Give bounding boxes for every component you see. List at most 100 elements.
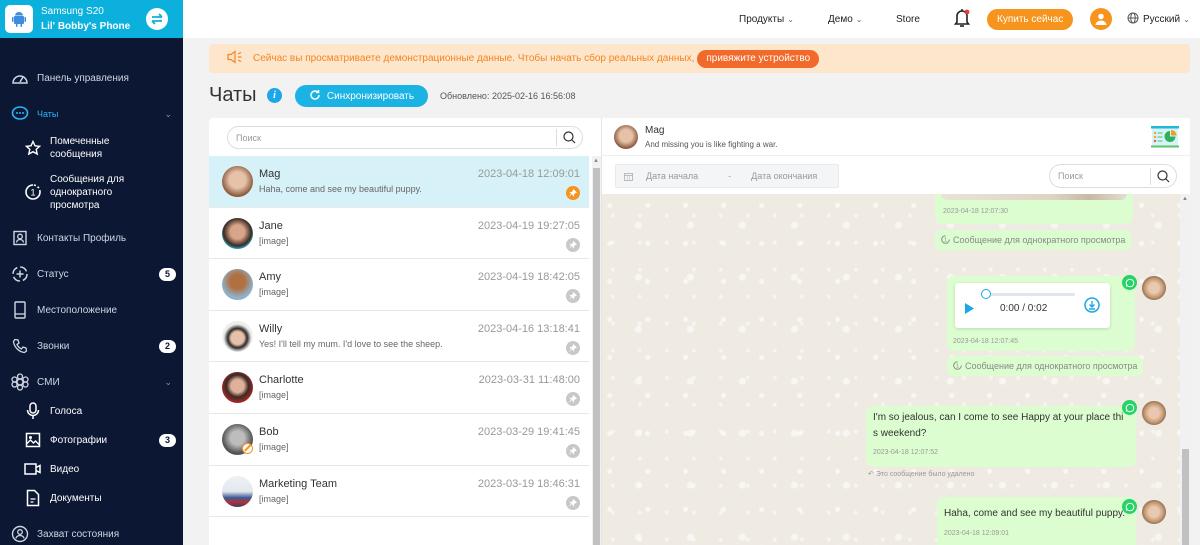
demo-menu[interactable]: Демо ⌄	[828, 0, 862, 38]
sidebar-item-starred[interactable]: Помеченные сообщения	[0, 134, 183, 162]
search-icon[interactable]	[556, 129, 582, 146]
whatsapp-icon	[1122, 400, 1137, 415]
message-text: I'm so jealous, can I come to see Happy …	[873, 412, 1124, 439]
chat-time: 2023-03-31 11:48:00	[478, 374, 580, 387]
whatsapp-icon	[1122, 499, 1137, 514]
deleted-note: ↶ Это сообщение было удалено	[868, 470, 974, 478]
bind-device-button[interactable]: привяжите устройство	[697, 49, 820, 68]
sidebar-item-label: Статус	[37, 268, 69, 280]
audio-progress-track[interactable]	[985, 293, 1075, 296]
download-icon[interactable]	[1084, 297, 1100, 318]
sidebar-item-photos[interactable]: Фотографии 3	[0, 430, 183, 450]
chat-preview: [image]	[259, 493, 289, 504]
view-once-label: Сообщение для однократного просмотра	[965, 361, 1138, 371]
pin-icon[interactable]	[566, 237, 580, 252]
demo-banner: Сейчас вы просматриваете демонстрационны…	[209, 44, 1190, 73]
switch-device-icon[interactable]	[146, 8, 168, 30]
sidebar-item-dashboard[interactable]: Панель управления	[0, 68, 183, 88]
whatsapp-icon	[1122, 275, 1137, 290]
info-icon[interactable]: i	[267, 88, 282, 103]
contact-avatar	[614, 125, 638, 149]
sidebar-item-status[interactable]: Статус 5	[0, 264, 183, 284]
search-placeholder: Поиск	[1058, 171, 1083, 181]
date-range-picker[interactable]: Дата начала - Дата окончания	[615, 164, 839, 188]
sidebar-item-view-once[interactable]: 1 Сообщения для однократного просмотра	[0, 172, 183, 212]
pin-icon[interactable]	[566, 186, 580, 200]
store-label: Store	[896, 13, 920, 25]
scroll-up-icon[interactable]: ▲	[1182, 196, 1188, 202]
audio-progress-handle[interactable]	[981, 289, 991, 299]
sidebar-item-label: Звонки	[37, 340, 70, 352]
sidebar-item-calls[interactable]: Звонки 2	[0, 336, 183, 356]
avatar	[222, 475, 253, 507]
language-label: Русский	[1143, 13, 1181, 25]
chat-time: 2023-03-19 18:46:31	[477, 477, 580, 490]
svg-text:1: 1	[944, 237, 947, 243]
sidebar-item-video[interactable]: Видео	[0, 459, 183, 479]
image-thumbnail[interactable]	[941, 194, 1127, 200]
text-message: Haha, come and see my beautiful puppy. 2…	[937, 497, 1136, 545]
pin-icon[interactable]	[566, 340, 580, 355]
contact-name: Mag	[645, 125, 665, 136]
sidebar: Samsung S20 Lil' Bobby's Phone Панель уп…	[0, 0, 183, 545]
notifications-button[interactable]	[953, 0, 971, 38]
svg-text:1: 1	[30, 188, 35, 198]
audio-time: 0:00 / 0:02	[1000, 303, 1048, 314]
sidebar-item-location[interactable]: Местоположение	[0, 300, 183, 320]
sync-icon	[309, 89, 321, 104]
message-scrollbar[interactable]: ▲	[1180, 194, 1190, 545]
banner-text: Сейчас вы просматриваете демонстрационны…	[253, 53, 695, 64]
pin-icon[interactable]	[566, 443, 580, 458]
calls-badge: 2	[159, 339, 176, 353]
message-search-input[interactable]: Поиск	[1049, 164, 1177, 188]
chat-row-bob[interactable]: Bob [image] 2023-03-29 19:41:45	[209, 413, 589, 466]
chat-row-jane[interactable]: Jane [image] 2023-04-19 19:27:05	[209, 207, 589, 260]
device-header[interactable]: Samsung S20 Lil' Bobby's Phone	[0, 0, 183, 38]
chevron-down-icon: ⌄	[164, 108, 172, 119]
play-icon[interactable]	[965, 301, 974, 319]
end-date-input[interactable]: Дата окончания	[751, 171, 817, 181]
scrollbar-thumb[interactable]	[593, 168, 600, 545]
chevron-down-icon: ⌄	[855, 14, 863, 24]
chat-row-amy[interactable]: Amy [image] 2023-04-19 18:42:05	[209, 259, 589, 311]
report-icon[interactable]	[1151, 125, 1179, 154]
sync-button[interactable]: Синхронизировать	[295, 85, 428, 107]
demo-label: Демо	[828, 13, 853, 25]
products-menu[interactable]: Продукты ⌄	[739, 0, 794, 38]
sidebar-item-label: Помеченные сообщения	[50, 136, 110, 160]
view-once-note: 1 Сообщение для однократного просмотра	[947, 356, 1144, 376]
chat-row-marketing-team[interactable]: Marketing Team [image] 2023-03-19 18:46:…	[209, 465, 589, 518]
pin-icon[interactable]	[566, 495, 580, 510]
buy-now-button[interactable]: Купить сейчас	[987, 0, 1074, 38]
chat-row-willy[interactable]: Willy Yes! I'll tell my mum. I'd love to…	[209, 310, 589, 363]
chat-preview: Haha, come and see my beautiful puppy.	[259, 184, 422, 194]
user-avatar[interactable]	[1090, 0, 1112, 38]
sidebar-item-label: Панель управления	[37, 72, 129, 84]
start-date-input[interactable]: Дата начала	[646, 171, 698, 181]
store-link[interactable]: Store	[896, 0, 920, 38]
sidebar-item-voices[interactable]: Голоса	[0, 401, 183, 421]
deleted-label: Это сообщение было удалено	[875, 471, 975, 478]
sidebar-item-contacts[interactable]: Контакты Профиль	[0, 228, 183, 248]
sidebar-item-documents[interactable]: Документы	[0, 488, 183, 508]
device-model: Samsung S20	[41, 6, 104, 17]
location-icon	[11, 301, 29, 319]
sidebar-item-chats[interactable]: Чаты ⌄	[0, 104, 183, 124]
pin-icon[interactable]	[566, 392, 580, 407]
date-separator: -	[728, 171, 732, 181]
pin-icon[interactable]	[566, 289, 580, 304]
page-title: Чаты	[209, 84, 257, 106]
chat-row-mag[interactable]: Mag Haha, come and see my beautiful pupp…	[209, 156, 589, 208]
sidebar-item-media[interactable]: СМИ ⌄	[0, 372, 183, 392]
chat-row-charlotte[interactable]: Charlotte [image] 2023-03-31 11:48:00	[209, 362, 589, 414]
scroll-up-icon[interactable]: ▲	[593, 158, 599, 164]
chat-list-scrollbar[interactable]: ▲	[592, 156, 601, 545]
search-icon[interactable]	[1150, 167, 1176, 185]
language-selector[interactable]: Русский ⌄	[1127, 0, 1190, 38]
document-icon	[24, 489, 42, 507]
sidebar-item-capture[interactable]: Захват состояния	[0, 524, 183, 544]
chat-search-input[interactable]: Поиск	[227, 126, 583, 149]
scrollbar-thumb[interactable]	[1182, 449, 1189, 545]
app: Samsung S20 Lil' Bobby's Phone Панель уп…	[0, 0, 1200, 545]
device-name: Lil' Bobby's Phone	[41, 21, 131, 32]
